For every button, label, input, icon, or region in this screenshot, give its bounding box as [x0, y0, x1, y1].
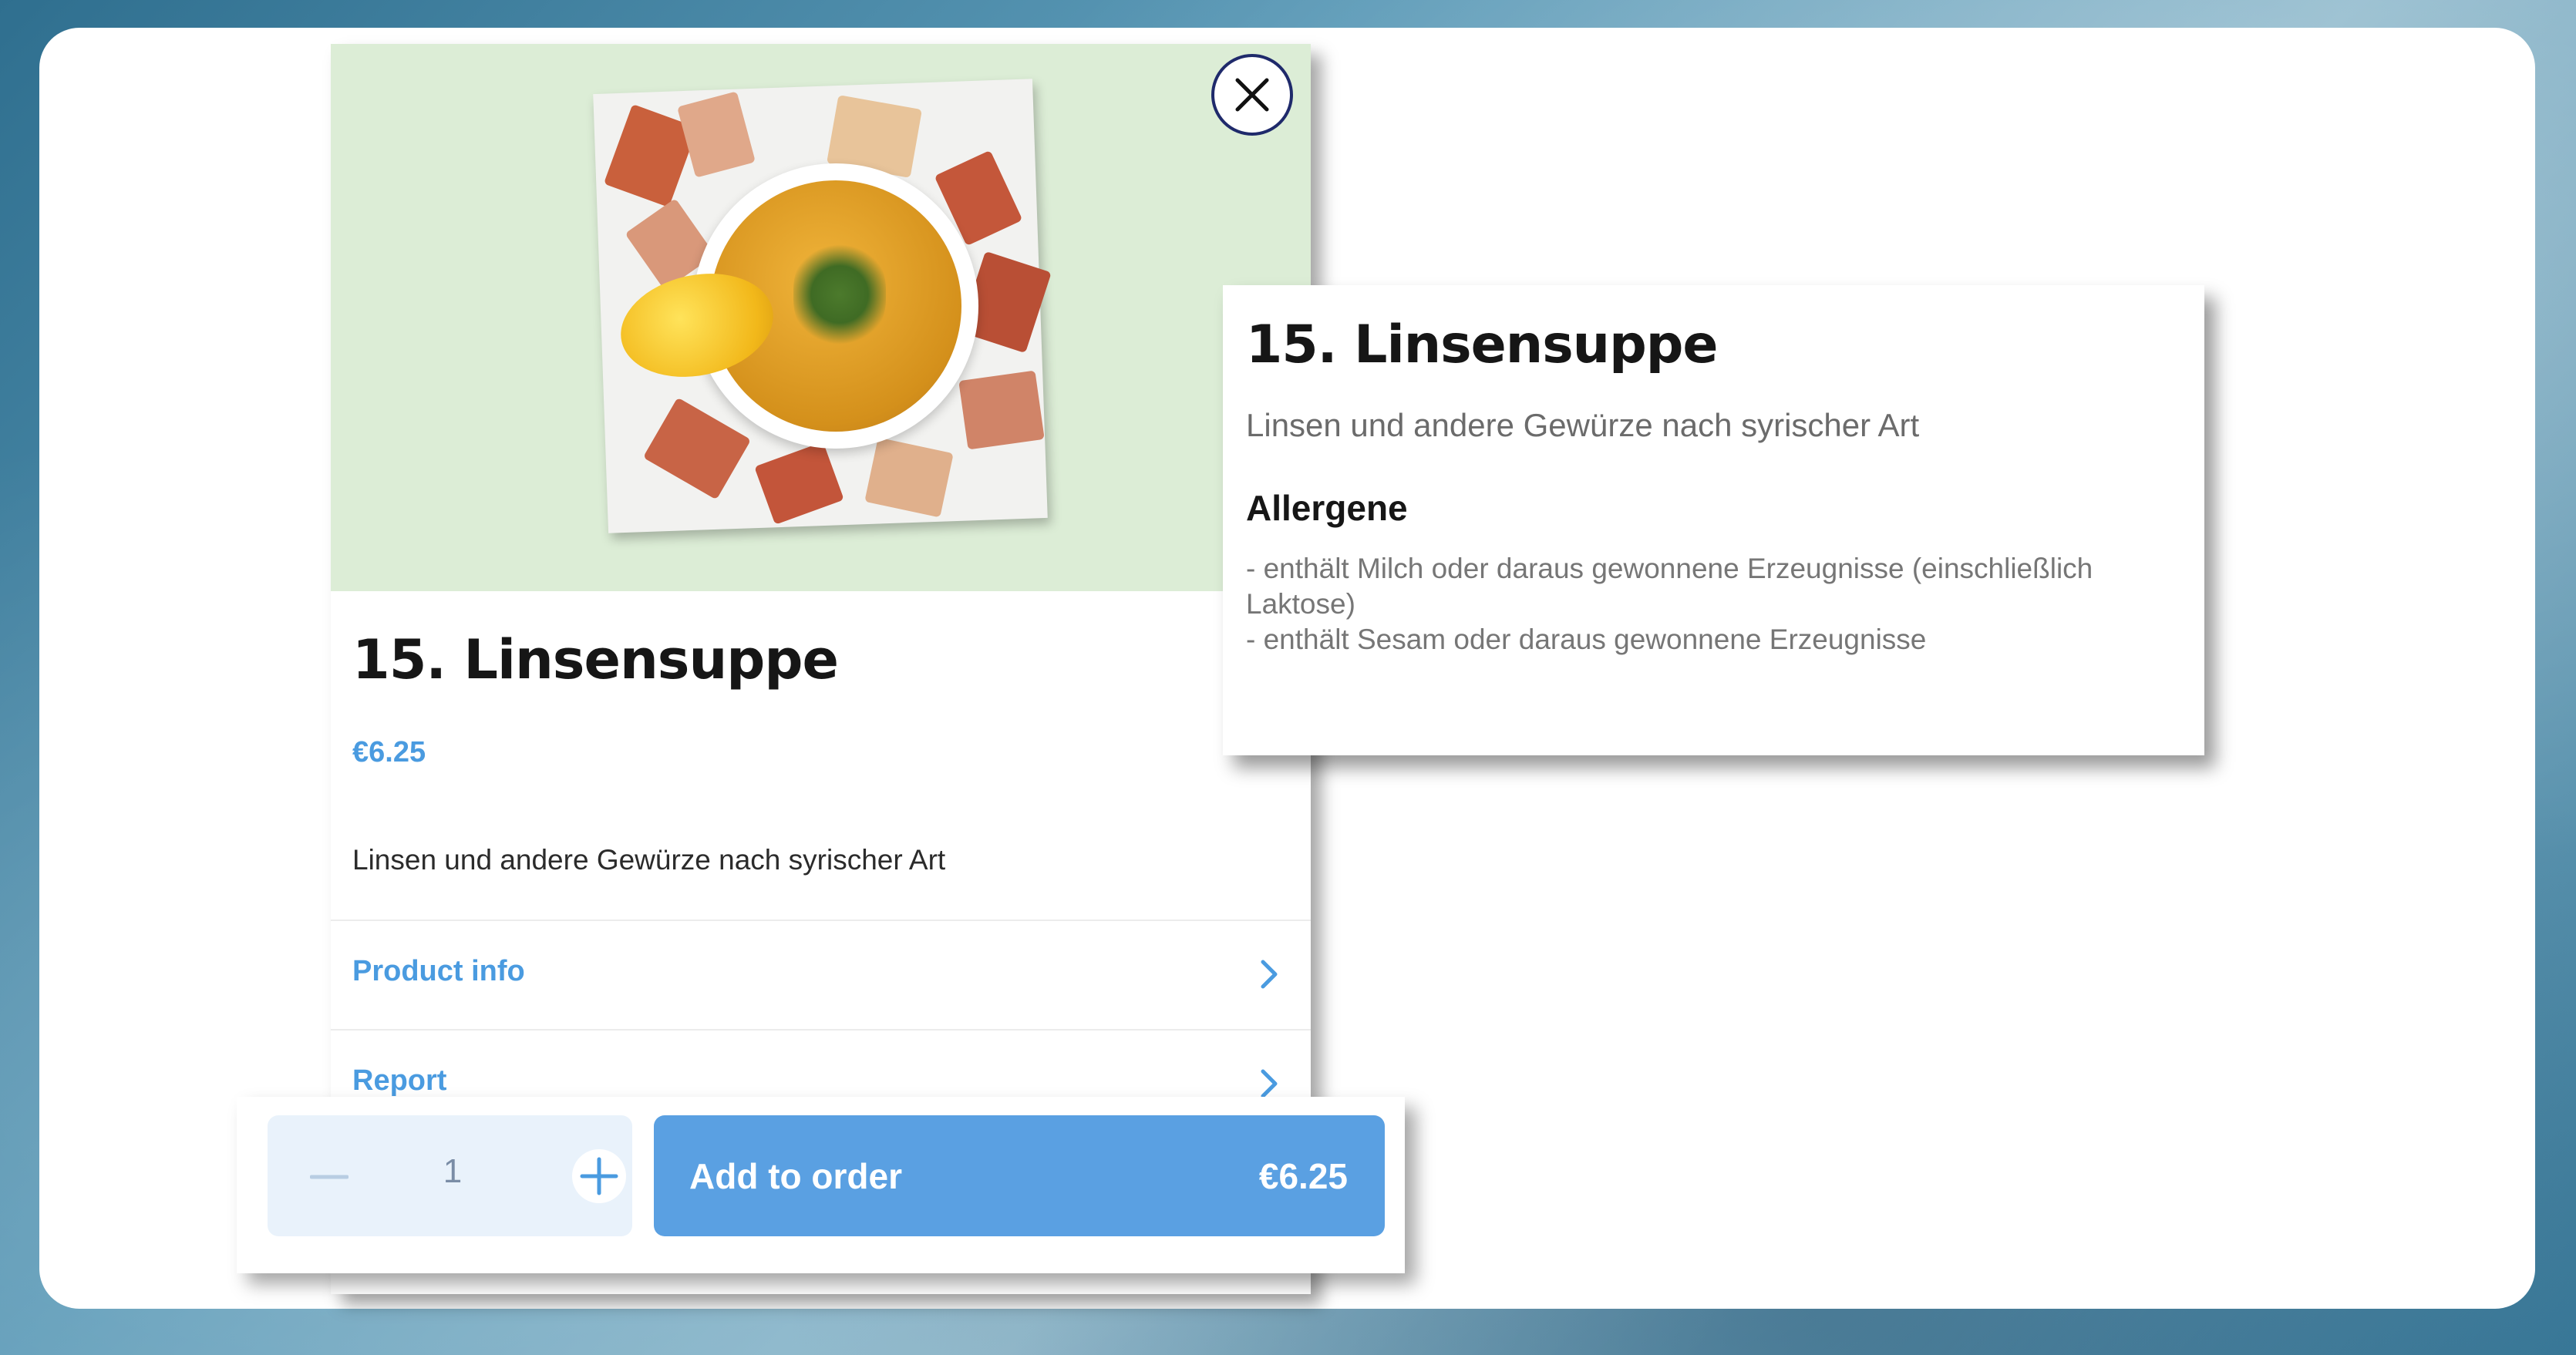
chevron-right-icon: [1261, 960, 1278, 989]
product-info-label: Product info: [352, 955, 525, 987]
close-button[interactable]: [1211, 54, 1293, 136]
allergens-heading: Allergene: [1246, 488, 1408, 528]
increase-quantity-button[interactable]: [572, 1149, 626, 1203]
product-info-popup: 15. Linsensuppe Linsen und andere Gewürz…: [1223, 285, 2204, 755]
plus-icon: [580, 1157, 618, 1195]
decrease-quantity-button[interactable]: [309, 1158, 349, 1196]
order-total: €6.25: [1258, 1156, 1348, 1196]
order-bar: 1 Add to order €6.25: [237, 1097, 1405, 1273]
allergen-item: - enthält Sesam oder daraus gewonnene Er…: [1246, 624, 1927, 655]
product-price: €6.25: [352, 736, 426, 768]
herb-garnish-graphic: [793, 240, 886, 348]
quantity-value: 1: [443, 1152, 463, 1190]
add-to-order-label: Add to order: [689, 1156, 902, 1196]
info-title: 15. Linsensuppe: [1246, 314, 1719, 375]
allergen-item: - enthält Milch oder daraus gewonnene Er…: [1246, 553, 2093, 620]
info-description: Linsen und andere Gewürze nach syrischer…: [1246, 407, 1920, 443]
product-description: Linsen und andere Gewürze nach syrischer…: [352, 844, 946, 876]
add-to-order-button[interactable]: Add to order €6.25: [654, 1115, 1385, 1236]
product-info-link[interactable]: Product info: [331, 921, 1311, 1027]
bread-chip-graphic: [958, 370, 1045, 450]
chevron-right-icon: [1261, 1069, 1278, 1098]
report-label: Report: [352, 1064, 447, 1097]
product-image: [331, 44, 1311, 591]
minus-icon: [309, 1175, 349, 1179]
product-title: 15. Linsensuppe: [352, 628, 839, 691]
close-icon: [1235, 78, 1269, 112]
quantity-stepper: 1: [268, 1115, 632, 1236]
